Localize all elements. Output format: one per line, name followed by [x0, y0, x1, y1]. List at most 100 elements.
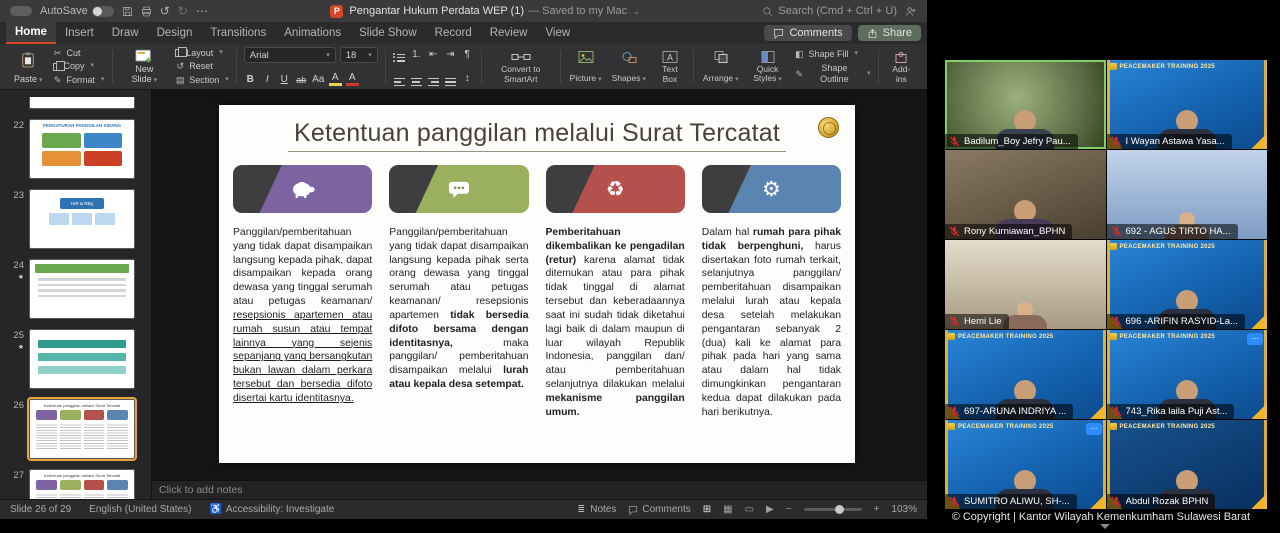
underline-button[interactable]: U [278, 74, 291, 85]
picture-button[interactable]: Picture▾ [568, 47, 604, 86]
shape-fill-button[interactable]: ◧Shape Fill▾ [794, 49, 870, 59]
notes-toggle-button[interactable]: ≣Notes [576, 504, 616, 515]
align-center-button[interactable] [410, 71, 423, 86]
tab-animations[interactable]: Animations [275, 22, 350, 44]
copy-button[interactable]: Copy▾ [53, 61, 105, 71]
accessibility-status[interactable]: ♿Accessibility: Investigate [209, 504, 334, 515]
comments-button[interactable]: Comments [764, 25, 851, 41]
participant-tile[interactable]: PEACEMAKER TRAINING 2025Abdul Rozak BPHN [1107, 420, 1268, 509]
slide-canvas[interactable]: Ketentuan panggilan melalui Surat Tercat… [219, 105, 855, 463]
font-color-button[interactable]: A [346, 73, 359, 86]
participant-tile[interactable]: PEACEMAKER TRAINING 2025⋯743_Rika laila … [1107, 330, 1268, 419]
reset-icon: ↺ [175, 61, 185, 71]
column-text: Pemberitahuan dikembalikan ke pengadilan… [546, 226, 685, 420]
notes-pane[interactable]: Click to add notes [152, 480, 927, 499]
new-slide-button[interactable]: New Slide▾ [120, 47, 170, 86]
participant-tile[interactable]: Badilum_Boy Jefry Pau... [945, 60, 1106, 149]
participant-more-button[interactable]: ⋯ [1247, 333, 1263, 345]
zoom-slider-knob[interactable] [835, 505, 844, 514]
tab-slide-show[interactable]: Slide Show [350, 22, 426, 44]
cut-button[interactable]: ✂Cut [53, 48, 105, 58]
undo-icon[interactable]: ↺ [160, 5, 170, 17]
section-button[interactable]: ▤Section▾ [175, 75, 229, 85]
tab-transitions[interactable]: Transitions [201, 22, 275, 44]
format-painter-button[interactable]: ✎Format▾ [53, 75, 105, 85]
convert-smartart-button[interactable]: Convert to SmartArt [489, 47, 553, 86]
font-name-select[interactable]: Arial▾ [244, 47, 336, 63]
shape-outline-button[interactable]: ✎Shape Outline▾ [794, 63, 870, 84]
quick-styles-button[interactable]: Quick Styles▾ [747, 47, 789, 86]
redo-icon[interactable]: ↻ [178, 5, 188, 17]
slide-thumbnail-22[interactable]: PENGATURAN PANGGILAN SIDANG [29, 119, 135, 179]
normal-view-button[interactable]: ⊞ [703, 504, 711, 515]
italic-button[interactable]: I [261, 74, 274, 85]
tab-insert[interactable]: Insert [56, 22, 103, 44]
tab-view[interactable]: View [536, 22, 579, 44]
indent-increase-button[interactable]: ⇥ [444, 49, 457, 60]
more-commands-icon[interactable]: ⋯ [196, 5, 208, 17]
search-control[interactable]: Search (Cmd + Ctrl + U) [762, 5, 897, 17]
participant-tile[interactable]: 692 - AGUS TIRTO HA... [1107, 150, 1268, 239]
shapes-button[interactable]: Shapes▾ [610, 47, 648, 86]
participant-tile[interactable]: PEACEMAKER TRAINING 2025697-ARUNA INDRIY… [945, 330, 1106, 419]
bullets-button[interactable] [393, 47, 406, 62]
participant-tile[interactable]: PEACEMAKER TRAINING 2025696 -ARIFIN RASY… [1107, 240, 1268, 329]
change-case-button[interactable]: Aa [312, 74, 325, 85]
slide-thumbnail-23[interactable]: HIR & RBg [29, 189, 135, 249]
participant-more-button[interactable]: ⋯ [1086, 423, 1102, 435]
line-spacing-button[interactable]: ↕ [461, 73, 474, 84]
paste-button[interactable]: Paste▾ [10, 47, 47, 86]
text-box-button[interactable]: A Text Box [654, 47, 686, 86]
reset-button[interactable]: ↺Reset [175, 61, 229, 71]
reading-view-button[interactable]: ▭ [745, 504, 754, 515]
bold-button[interactable]: B [244, 74, 257, 85]
paragraph-marks-button[interactable]: ¶ [461, 49, 474, 60]
tab-record[interactable]: Record [426, 22, 481, 44]
save-icon[interactable] [122, 6, 133, 17]
indent-decrease-button[interactable]: ⇤ [427, 49, 440, 60]
share-button[interactable]: Share [858, 25, 921, 41]
participant-tile[interactable]: Rony Kurniawan_BPHN [945, 150, 1106, 239]
numbering-button[interactable]: 1. [410, 49, 423, 60]
collapse-chevron-icon[interactable] [1100, 524, 1110, 529]
participant-tile[interactable]: Hemi Lie [945, 240, 1106, 329]
tab-review[interactable]: Review [481, 22, 537, 44]
participant-tile[interactable]: PEACEMAKER TRAINING 2025⋯SUMITRO ALIWU, … [945, 420, 1106, 509]
zoom-level[interactable]: 103% [891, 504, 917, 515]
language-status[interactable]: English (United States) [89, 504, 191, 515]
slideshow-button[interactable]: ▶ [766, 504, 774, 515]
comments-toggle-button[interactable]: Comments [628, 504, 690, 515]
slide-thumbnail-partial[interactable] [29, 97, 135, 109]
layout-button[interactable]: Layout▾ [175, 48, 229, 58]
presenter-share-icon[interactable] [905, 6, 917, 17]
font-size-select[interactable]: 18▾ [340, 47, 378, 63]
text-highlight-button[interactable]: A [329, 73, 342, 86]
slide-thumbnail-27[interactable]: Ketentuan panggilan melalui Surat Tercat… [29, 469, 135, 499]
chevron-down-icon: ▾ [91, 62, 95, 70]
slide-sorter-button[interactable]: ▦ [723, 504, 732, 515]
autosave-control[interactable]: AutoSave [40, 5, 114, 17]
slide-thumbnail-26[interactable]: Ketentuan panggilan melalui Surat Tercat… [29, 399, 135, 459]
participant-tile[interactable]: PEACEMAKER TRAINING 2025I Wayan Astawa Y… [1107, 60, 1268, 149]
zoom-slider[interactable] [804, 508, 862, 511]
add-ins-button[interactable]: Add-ins [885, 47, 917, 86]
tab-home[interactable]: Home [6, 22, 56, 44]
justify-button[interactable] [444, 71, 457, 86]
print-icon[interactable] [141, 6, 152, 17]
zoom-in-button[interactable]: + [874, 504, 880, 515]
tab-draw[interactable]: Draw [103, 22, 148, 44]
zoom-out-button[interactable]: − [786, 504, 792, 515]
align-right-button[interactable] [427, 71, 440, 86]
window-controls[interactable] [10, 6, 32, 16]
slide-thumbnail-25[interactable] [29, 329, 135, 389]
strikethrough-button[interactable]: ab [295, 75, 308, 85]
arrange-button[interactable]: Arrange▾ [701, 47, 741, 86]
document-title-area[interactable]: P Pengantar Hukum Perdata WEP (1)— Saved… [216, 5, 755, 18]
smartart-icon [511, 49, 531, 65]
align-left-button[interactable] [393, 71, 406, 86]
slide-column: Panggilan/pemberitahuan yang tidak dapat… [233, 165, 372, 420]
autosave-toggle[interactable] [92, 6, 114, 17]
participant-name-bar: Abdul Rozak BPHN [1107, 494, 1216, 509]
tab-design[interactable]: Design [148, 22, 202, 44]
slide-thumbnail-24[interactable] [29, 259, 135, 319]
